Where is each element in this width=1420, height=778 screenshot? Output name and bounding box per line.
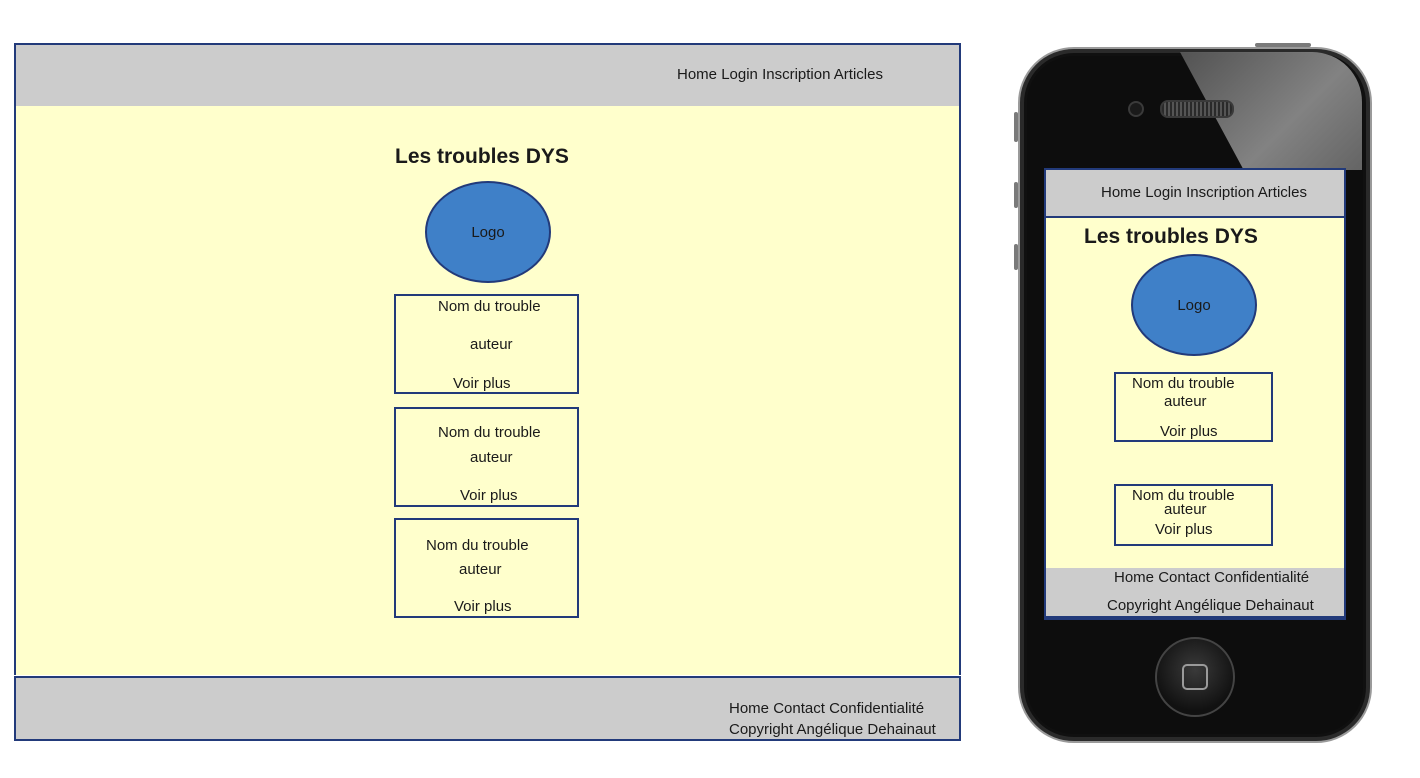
camera-icon [1128,101,1144,117]
see-more-link[interactable]: Voir plus [460,487,518,504]
mobile-trouble-card: Nom du trouble auteur Voir plus [1114,372,1273,442]
see-more-link[interactable]: Voir plus [453,375,511,392]
phone-side-button [1014,244,1018,270]
footer-privacy-link[interactable]: Confidentialité [829,700,924,717]
m-footer-contact-link[interactable]: Contact [1158,569,1210,586]
phone-side-button [1014,112,1018,142]
card-author: auteur [459,561,502,578]
footer-home-link[interactable]: Home [729,700,769,717]
m-nav-inscription-link[interactable]: Inscription [1186,184,1254,201]
mobile-logo: Logo [1131,254,1257,356]
trouble-card: Nom du trouble auteur Voir plus [394,407,579,507]
card-author: auteur [1164,393,1207,410]
nav-inscription-link[interactable]: Inscription [762,66,830,83]
mobile-page-title: Les troubles DYS [1084,225,1258,248]
trouble-card: Nom du trouble auteur Voir plus [394,294,579,394]
footer-contact-link[interactable]: Contact [773,700,825,717]
m-nav-login-link[interactable]: Login [1145,184,1182,201]
m-footer-home-link[interactable]: Home [1114,569,1154,586]
mobile-footer-copyright: Copyright Angélique Dehainaut [1107,597,1314,614]
logo: Logo [425,181,551,283]
card-title: Nom du trouble [1132,375,1235,392]
see-more-link[interactable]: Voir plus [1160,423,1218,440]
nav-home-link[interactable]: Home [677,66,717,83]
card-title: Nom du trouble [426,537,529,554]
m-nav-articles-link[interactable]: Articles [1258,184,1307,201]
phone-side-button [1255,43,1311,47]
home-button-icon[interactable] [1155,637,1235,717]
card-author: auteur [470,336,513,353]
logo-label: Logo [471,223,505,241]
nav-articles-link[interactable]: Articles [834,66,883,83]
trouble-card: Nom du trouble auteur Voir plus [394,518,579,618]
speaker-icon [1160,100,1234,118]
card-author: auteur [1164,501,1207,518]
mobile-trouble-card: Nom du trouble auteur Voir plus [1114,484,1273,546]
nav-login-link[interactable]: Login [721,66,758,83]
m-nav-home-link[interactable]: Home [1101,184,1141,201]
page-title: Les troubles DYS [395,145,569,168]
footer-copyright: Copyright Angélique Dehainaut [729,721,936,738]
footer-links: Home Contact Confidentialité [729,700,924,717]
card-title: Nom du trouble [438,424,541,441]
card-title: Nom du trouble [438,298,541,315]
desktop-nav: Home Login Inscription Articles [677,66,883,83]
mobile-nav: Home Login Inscription Articles [1101,184,1307,201]
phone-side-button [1014,182,1018,208]
m-footer-privacy-link[interactable]: Confidentialité [1214,569,1309,586]
see-more-link[interactable]: Voir plus [454,598,512,615]
mobile-logo-label: Logo [1177,296,1211,314]
mobile-footer-links: Home Contact Confidentialité [1114,569,1309,586]
see-more-link[interactable]: Voir plus [1155,521,1213,538]
card-author: auteur [470,449,513,466]
